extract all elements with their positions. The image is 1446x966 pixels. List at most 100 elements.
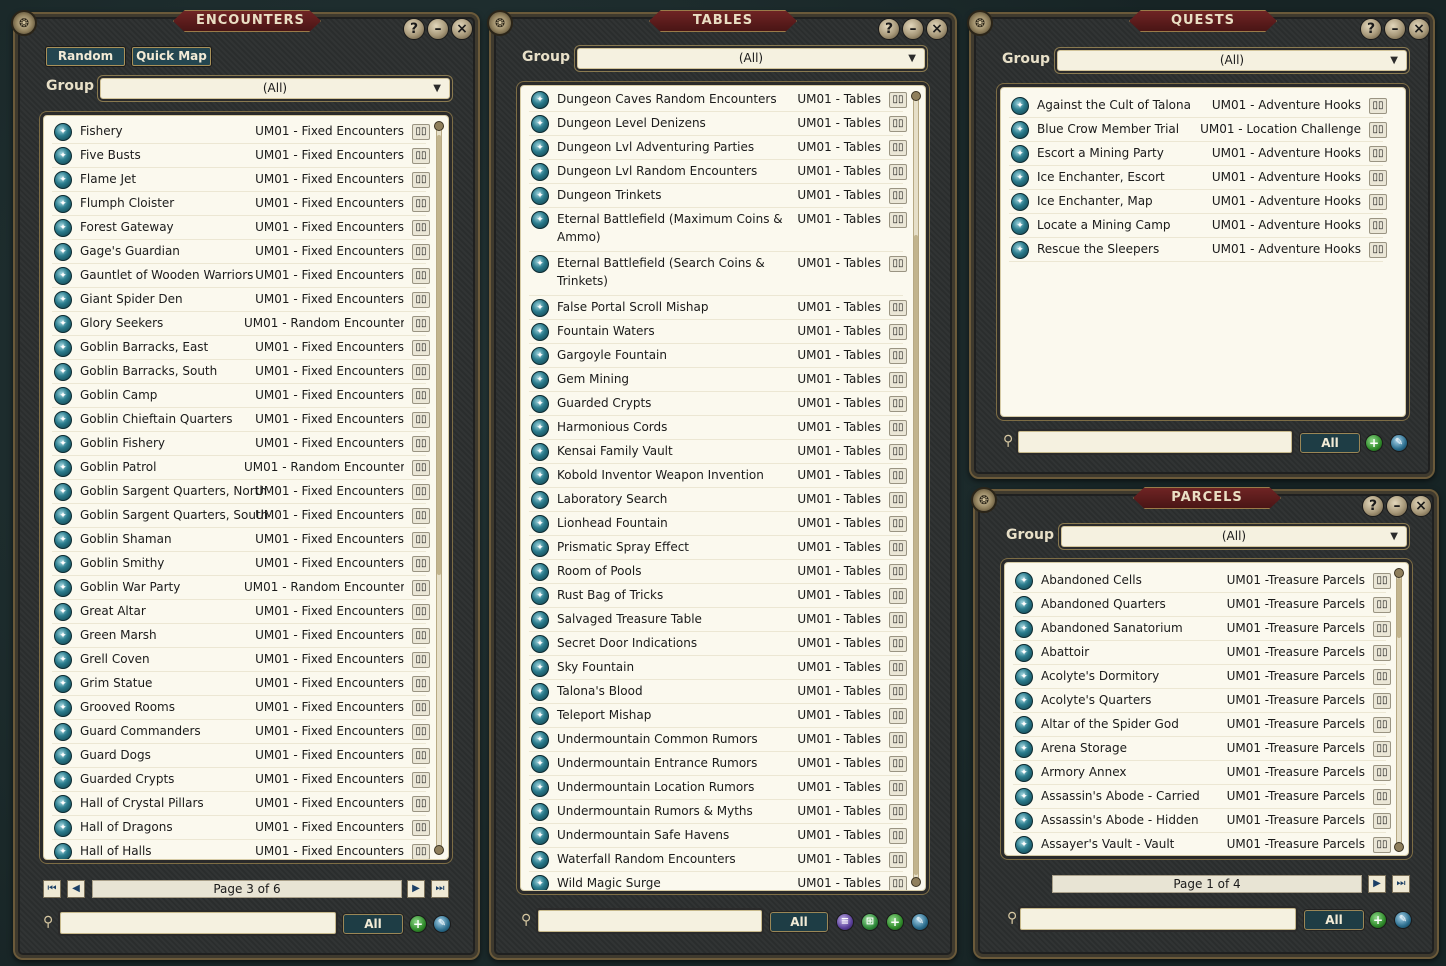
- list-item[interactable]: ✦ Arena Storage UM01 -Treasure Parcels ▯▯: [1005, 737, 1408, 761]
- item-name[interactable]: Goblin Shaman: [80, 532, 172, 546]
- edit-button[interactable]: ✎: [1394, 911, 1412, 929]
- open-book-icon[interactable]: ▯▯: [412, 796, 430, 812]
- item-name[interactable]: Eternal Battlefield (Search Coins & Trink…: [557, 256, 765, 288]
- open-book-icon[interactable]: ▯▯: [412, 652, 430, 668]
- record-icon[interactable]: ✦: [54, 843, 72, 859]
- list-item[interactable]: ✦ Giant Spider Den UM01 - Fixed Encounters…: [44, 288, 448, 312]
- list-item[interactable]: ✦ Undermountain Safe Havens UM01 - Tables ▯…: [521, 824, 925, 848]
- record-icon[interactable]: ✦: [54, 771, 72, 789]
- list-item[interactable]: ✦ Goblin War Party UM01 - Random Encounter…: [44, 576, 448, 600]
- item-name[interactable]: Gauntlet of Wooden Warriors: [80, 268, 253, 282]
- item-name[interactable]: Goblin Patrol: [80, 460, 156, 474]
- group-select[interactable]: (All) ▼: [100, 78, 450, 99]
- open-book-icon[interactable]: ▯▯: [1373, 717, 1391, 733]
- record-icon[interactable]: ✦: [54, 555, 72, 573]
- item-name[interactable]: Flumph Cloister: [80, 196, 174, 210]
- item-name[interactable]: Armory Annex: [1041, 765, 1127, 779]
- item-name[interactable]: Assayer's Vault - Vault: [1041, 837, 1174, 851]
- record-icon[interactable]: ✦: [1015, 572, 1033, 590]
- list-item[interactable]: ✦ Dungeon Level Denizens UM01 - Tables ▯▯: [521, 112, 925, 136]
- item-name[interactable]: Guarded Crypts: [80, 772, 174, 786]
- list-item[interactable]: ✦ Guarded Crypts UM01 - Tables ▯▯: [521, 392, 925, 416]
- list-item[interactable]: ✦ Grim Statue UM01 - Fixed Encounters ▯▯: [44, 672, 448, 696]
- record-icon[interactable]: ✦: [1015, 668, 1033, 686]
- record-icon[interactable]: ✦: [54, 627, 72, 645]
- open-book-icon[interactable]: ▯▯: [889, 256, 907, 272]
- open-book-icon[interactable]: ▯▯: [412, 484, 430, 500]
- item-name[interactable]: Grell Coven: [80, 652, 150, 666]
- record-icon[interactable]: ✦: [531, 539, 549, 557]
- record-icon[interactable]: ✦: [54, 267, 72, 285]
- edit-button[interactable]: ✎: [433, 915, 451, 933]
- record-icon[interactable]: ✦: [54, 171, 72, 189]
- open-book-icon[interactable]: ▯▯: [412, 724, 430, 740]
- list-item[interactable]: ✦ Dungeon Lvl Random Encounters UM01 - Tab…: [521, 160, 925, 184]
- open-book-icon[interactable]: ▯▯: [412, 244, 430, 260]
- open-book-icon[interactable]: ▯▯: [1373, 813, 1391, 829]
- open-book-icon[interactable]: ▯▯: [889, 828, 907, 844]
- open-book-icon[interactable]: ▯▯: [412, 820, 430, 836]
- record-icon[interactable]: ✦: [1011, 145, 1029, 163]
- record-icon[interactable]: ✦: [54, 603, 72, 621]
- open-book-icon[interactable]: ▯▯: [412, 676, 430, 692]
- record-icon[interactable]: ✦: [531, 467, 549, 485]
- open-book-icon[interactable]: ▯▯: [889, 540, 907, 556]
- list-item[interactable]: ✦ Dungeon Lvl Adventuring Parties UM01 - T…: [521, 136, 925, 160]
- item-name[interactable]: Fishery: [80, 124, 123, 138]
- list-item[interactable]: ✦ Undermountain Location Rumors UM01 - Tab…: [521, 776, 925, 800]
- list-item[interactable]: ✦ Abandoned Quarters UM01 -Treasure Parcel…: [1005, 593, 1408, 617]
- minimize-button[interactable]: –: [1386, 495, 1408, 517]
- record-icon[interactable]: ✦: [54, 123, 72, 141]
- record-icon[interactable]: ✦: [54, 363, 72, 381]
- open-book-icon[interactable]: ▯▯: [889, 684, 907, 700]
- record-icon[interactable]: ✦: [531, 443, 549, 461]
- open-book-icon[interactable]: ▯▯: [889, 420, 907, 436]
- item-name[interactable]: Abandoned Cells: [1041, 573, 1142, 587]
- open-book-icon[interactable]: ▯▯: [1373, 693, 1391, 709]
- next-page-button[interactable]: ▶: [407, 880, 425, 898]
- record-icon[interactable]: ✦: [531, 187, 549, 205]
- item-name[interactable]: Acolyte's Quarters: [1041, 693, 1151, 707]
- open-book-icon[interactable]: ▯▯: [889, 164, 907, 180]
- open-book-icon[interactable]: ▯▯: [889, 804, 907, 820]
- list-item[interactable]: ✦ Eternal Battlefield (Search Coins & Trin…: [521, 252, 925, 296]
- item-name[interactable]: Against the Cult of Talona: [1037, 98, 1191, 112]
- item-name[interactable]: Grooved Rooms: [80, 700, 175, 714]
- item-name[interactable]: Arena Storage: [1041, 741, 1127, 755]
- record-icon[interactable]: ✦: [531, 611, 549, 629]
- list-item[interactable]: ✦ Forest Gateway UM01 - Fixed Encounters ▯▯: [44, 216, 448, 240]
- list-item[interactable]: ✦ Harmonious Cords UM01 - Tables ▯▯: [521, 416, 925, 440]
- record-icon[interactable]: ✦: [531, 323, 549, 341]
- close-button[interactable]: ×: [926, 18, 948, 40]
- record-icon[interactable]: ✦: [531, 515, 549, 533]
- list-item[interactable]: ✦ Armory Annex UM01 -Treasure Parcels ▯▯: [1005, 761, 1408, 785]
- record-icon[interactable]: ✦: [54, 675, 72, 693]
- item-name[interactable]: Goblin Fishery: [80, 436, 165, 450]
- list-item[interactable]: ✦ Undermountain Common Rumors UM01 - Table…: [521, 728, 925, 752]
- list-item[interactable]: ✦ Kensai Family Vault UM01 - Tables ▯▯: [521, 440, 925, 464]
- item-name[interactable]: Undermountain Entrance Rumors: [557, 756, 757, 770]
- open-book-icon[interactable]: ▯▯: [412, 436, 430, 452]
- help-button[interactable]: ?: [878, 18, 900, 40]
- open-book-icon[interactable]: ▯▯: [889, 732, 907, 748]
- open-book-icon[interactable]: ▯▯: [1373, 837, 1391, 853]
- list-item[interactable]: ✦ Hall of Dragons UM01 - Fixed Encounters ▯…: [44, 816, 448, 840]
- item-name[interactable]: Dungeon Lvl Random Encounters: [557, 164, 757, 178]
- open-book-icon[interactable]: ▯▯: [889, 188, 907, 204]
- open-book-icon[interactable]: ▯▯: [412, 508, 430, 524]
- group-select[interactable]: (All) ▼: [1061, 526, 1407, 547]
- record-icon[interactable]: ✦: [54, 699, 72, 717]
- list-item[interactable]: ✦ Guarded Crypts UM01 - Fixed Encounters ▯▯: [44, 768, 448, 792]
- record-icon[interactable]: ✦: [54, 723, 72, 741]
- list-item[interactable]: ✦ Undermountain Rumors & Myths UM01 - Tabl…: [521, 800, 925, 824]
- open-book-icon[interactable]: ▯▯: [889, 396, 907, 412]
- record-icon[interactable]: ✦: [54, 195, 72, 213]
- list-item[interactable]: ✦ Prismatic Spray Effect UM01 - Tables ▯▯: [521, 536, 925, 560]
- item-name[interactable]: Room of Pools: [557, 564, 641, 578]
- item-name[interactable]: Rust Bag of Tricks: [557, 588, 663, 602]
- add-button[interactable]: +: [886, 913, 904, 931]
- item-name[interactable]: Undermountain Common Rumors: [557, 732, 758, 746]
- item-name[interactable]: Blue Crow Member Trial: [1037, 122, 1179, 136]
- open-book-icon[interactable]: ▯▯: [1373, 741, 1391, 757]
- list-item[interactable]: ✦ Locate a Mining Camp UM01 - Adventure Ho…: [1001, 214, 1405, 238]
